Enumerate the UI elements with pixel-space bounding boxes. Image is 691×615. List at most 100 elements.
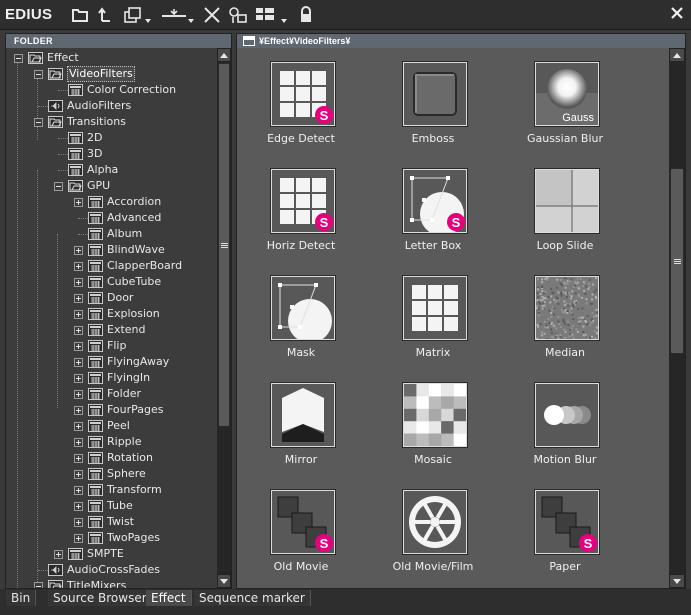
tree-item-twist[interactable]: Twist	[6, 514, 217, 530]
close-icon[interactable]	[669, 5, 685, 21]
collapse-icon[interactable]	[54, 182, 63, 191]
tree-item-videofilters[interactable]: VideoFilters	[6, 66, 217, 82]
tree-item-gpu[interactable]: GPU	[6, 178, 217, 194]
tree-item-audiofilters[interactable]: AudioFilters	[6, 98, 217, 114]
tab-effect[interactable]: Effect	[146, 590, 192, 606]
tree-item-effect[interactable]: Effect	[6, 50, 217, 66]
effect-tile-edge-detect[interactable]: S Edge Detect	[237, 54, 365, 154]
effect-tile-old-movie[interactable]: S Old Movie	[237, 482, 365, 582]
effect-thumbnail[interactable]	[403, 62, 467, 126]
effect-thumbnail[interactable]: S	[271, 169, 335, 233]
delete-icon[interactable]	[202, 5, 222, 25]
expand-icon[interactable]	[74, 358, 83, 367]
effect-thumbnail[interactable]: S	[271, 62, 335, 126]
lock-icon[interactable]	[296, 5, 316, 25]
expand-icon[interactable]	[74, 486, 83, 495]
expand-icon[interactable]	[74, 374, 83, 383]
tab-sequence-marker[interactable]: Sequence marker	[194, 590, 311, 606]
scroll-up-button[interactable]	[669, 48, 685, 62]
cut-icon[interactable]	[160, 5, 196, 25]
copy-icon[interactable]	[122, 5, 152, 25]
tree-item-folder[interactable]: Folder	[6, 386, 217, 402]
expand-icon[interactable]	[74, 390, 83, 399]
effect-tile-letter-box[interactable]: S Letter Box	[369, 161, 497, 261]
effect-thumbnail[interactable]	[403, 490, 467, 554]
effect-thumbnail[interactable]	[535, 169, 599, 233]
new-folder-icon[interactable]	[70, 5, 90, 25]
tab-source-browser[interactable]: Source Browser	[48, 590, 153, 606]
tree-item-extend[interactable]: Extend	[6, 322, 217, 338]
tree-item-door[interactable]: Door	[6, 290, 217, 306]
tree-item-peel[interactable]: Peel	[6, 418, 217, 434]
expand-icon[interactable]	[74, 438, 83, 447]
tree-item-tube[interactable]: Tube	[6, 498, 217, 514]
expand-icon[interactable]	[74, 246, 83, 255]
effect-thumbnail[interactable]	[403, 276, 467, 340]
tree-item-twopages[interactable]: TwoPages	[6, 530, 217, 546]
effect-thumbnail[interactable]	[271, 383, 335, 447]
effect-tile-horiz-detect[interactable]: S Horiz Detect	[237, 161, 365, 261]
tree-item-clapperboard[interactable]: ClapperBoard	[6, 258, 217, 274]
effect-tile-mirror[interactable]: Mirror	[237, 375, 365, 475]
effect-thumbnail[interactable]	[271, 276, 335, 340]
tree-item-fourpages[interactable]: FourPages	[6, 402, 217, 418]
effect-thumbnail[interactable]: S	[271, 490, 335, 554]
tree-item-3d[interactable]: 3D	[6, 146, 217, 162]
expand-icon[interactable]	[74, 294, 83, 303]
tree-item-alpha[interactable]: Alpha	[6, 162, 217, 178]
tree-item-audiocrossfades[interactable]: AudioCrossFades	[6, 562, 217, 578]
effect-tile-matrix[interactable]: Matrix	[369, 268, 497, 368]
effect-thumbnail[interactable]: S	[403, 169, 467, 233]
tree-item-rotation[interactable]: Rotation	[6, 450, 217, 466]
effect-tile-emboss[interactable]: Emboss	[369, 54, 497, 154]
tree-item-2d[interactable]: 2D	[6, 130, 217, 146]
effect-thumbnail[interactable]	[535, 276, 599, 340]
tree-item-flyingin[interactable]: FlyingIn	[6, 370, 217, 386]
effect-thumbnail[interactable]: S	[535, 490, 599, 554]
tree-item-ripple[interactable]: Ripple	[6, 434, 217, 450]
collapse-icon[interactable]	[34, 582, 43, 588]
collapse-icon[interactable]	[14, 54, 23, 63]
expand-icon[interactable]	[74, 278, 83, 287]
effect-tile-median[interactable]: Median	[501, 268, 629, 368]
effect-thumbnail[interactable]	[403, 383, 467, 447]
tab-bin[interactable]: Bin	[6, 590, 37, 606]
tree-item-transitions[interactable]: Transitions	[6, 114, 217, 130]
effect-thumbnail[interactable]	[535, 383, 599, 447]
scroll-down-button[interactable]	[669, 574, 685, 588]
tree-item-titlemixers[interactable]: TitleMixers	[6, 578, 217, 588]
expand-icon[interactable]	[74, 198, 83, 207]
collapse-icon[interactable]	[34, 70, 43, 79]
expand-icon[interactable]	[74, 406, 83, 415]
expand-icon[interactable]	[74, 502, 83, 511]
tree-item-color-correction[interactable]: Color Correction	[6, 82, 217, 98]
tree-item-cubetube[interactable]: CubeTube	[6, 274, 217, 290]
scroll-thumb[interactable]	[218, 63, 230, 427]
expand-icon[interactable]	[74, 454, 83, 463]
tree-item-album[interactable]: Album	[6, 226, 217, 242]
effect-tile-loop-slide[interactable]: Loop Slide	[501, 161, 629, 261]
effect-tile-mask[interactable]: Mask	[237, 268, 365, 368]
scroll-up-button[interactable]	[217, 48, 231, 62]
tree-item-transform[interactable]: Transform	[6, 482, 217, 498]
expand-icon[interactable]	[74, 262, 83, 271]
tree-item-blindwave[interactable]: BlindWave	[6, 242, 217, 258]
tree-item-accordion[interactable]: Accordion	[6, 194, 217, 210]
tree-item-sphere[interactable]: Sphere	[6, 466, 217, 482]
effect-tile-old-movie-film[interactable]: Old Movie/Film	[369, 482, 497, 582]
expand-icon[interactable]	[74, 310, 83, 319]
properties-icon[interactable]	[228, 5, 248, 25]
effect-grid-scrollbar[interactable]	[669, 48, 685, 588]
effect-tile-gaussian-blur[interactable]: Gauss Gaussian Blur	[501, 54, 629, 154]
effect-tile-paper[interactable]: S Paper	[501, 482, 629, 582]
expand-icon[interactable]	[54, 550, 63, 559]
tree-item-flip[interactable]: Flip	[6, 338, 217, 354]
expand-icon[interactable]	[74, 518, 83, 527]
up-folder-icon[interactable]	[96, 5, 116, 25]
expand-icon[interactable]	[74, 326, 83, 335]
view-mode-icon[interactable]	[254, 5, 290, 25]
expand-icon[interactable]	[74, 534, 83, 543]
effect-thumbnail[interactable]: Gauss	[535, 62, 599, 126]
effect-tile-mosaic[interactable]: Mosaic	[369, 375, 497, 475]
tree-item-flyingaway[interactable]: FlyingAway	[6, 354, 217, 370]
